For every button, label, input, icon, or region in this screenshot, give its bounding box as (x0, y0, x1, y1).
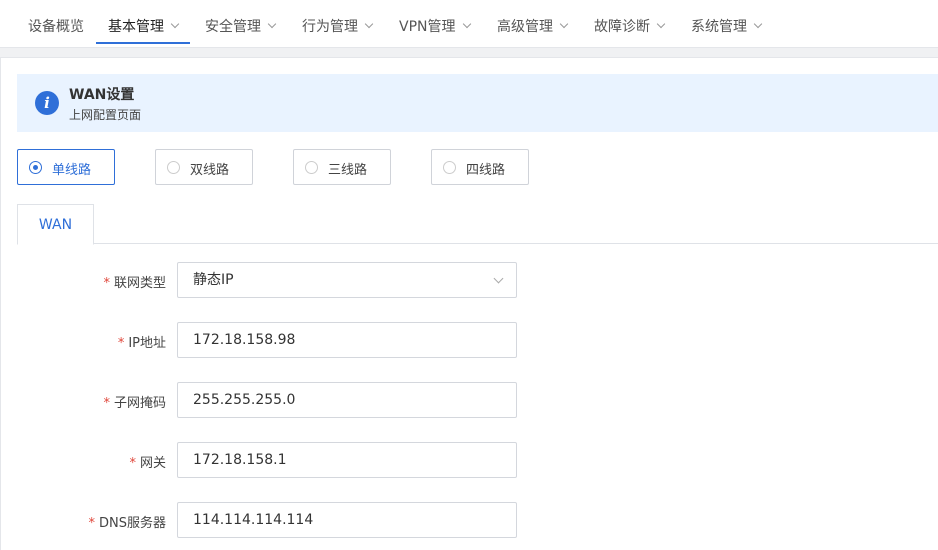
active-tab-underline (96, 42, 190, 44)
nav-item-label: 故障诊断 (594, 19, 650, 35)
form-row-gateway: * 网关 (1, 442, 938, 478)
dns-server-label: * DNS服务器 (89, 512, 167, 531)
radio-selected-icon (29, 161, 42, 174)
required-mark: * (103, 276, 110, 291)
chevron-down-icon (493, 273, 504, 284)
chevron-down-icon (753, 19, 763, 29)
connection-type-select[interactable]: 静态IP (177, 262, 517, 298)
dns-server-input[interactable] (177, 502, 517, 538)
chevron-down-icon (267, 19, 277, 29)
tab-wan[interactable]: WAN (17, 204, 94, 245)
line-option-label: 三线路 (328, 163, 368, 178)
nav-item-security-management[interactable]: 安全管理 (205, 0, 277, 44)
radio-unselected-icon (167, 161, 180, 174)
content-panel: i WAN设置 上网配置页面 单线路 双线路 三线路 四线路 WAN * 联网类型… (0, 57, 938, 550)
chevron-down-icon (364, 19, 374, 29)
form-row-dns-server: * DNS服务器 (1, 502, 938, 538)
nav-item-label: 设备概览 (28, 19, 84, 35)
form-row-connection-type: * 联网类型 静态IP (1, 262, 938, 298)
required-mark: * (129, 456, 136, 471)
nav-item-behavior-management[interactable]: 行为管理 (302, 0, 374, 44)
nav-item-label: 系统管理 (691, 19, 747, 35)
required-mark: * (88, 516, 96, 531)
nav-item-label: 高级管理 (497, 19, 553, 35)
radio-unselected-icon (305, 161, 318, 174)
line-option-label: 双线路 (190, 163, 230, 178)
chevron-down-icon (170, 19, 180, 29)
line-option-triple[interactable]: 三线路 (293, 149, 391, 185)
chevron-down-icon (656, 19, 666, 29)
nav-item-troubleshooting[interactable]: 故障诊断 (594, 0, 666, 44)
page-title: WAN设置 (69, 87, 135, 103)
gateway-label: * 网关 (129, 452, 166, 471)
page-subtitle: 上网配置页面 (69, 108, 142, 122)
ip-address-label: * IP地址 (118, 332, 166, 351)
connection-type-label-text: 联网类型 (113, 276, 166, 291)
tab-strip: WAN (17, 204, 938, 245)
form-row-subnet-mask: * 子网掩码 (1, 382, 938, 418)
line-option-label: 四线路 (466, 163, 506, 178)
ip-address-input[interactable] (177, 322, 517, 358)
nav-item-label: 安全管理 (205, 19, 261, 35)
required-mark: * (117, 336, 125, 351)
gateway-label-text: 网关 (139, 456, 166, 471)
nav-item-device-overview[interactable]: 设备概览 (28, 0, 84, 44)
radio-unselected-icon (443, 161, 456, 174)
nav-item-advanced-management[interactable]: 高级管理 (497, 0, 569, 44)
dns-server-label-text: DNS服务器 (99, 516, 166, 531)
subnet-mask-label: * 子网掩码 (103, 392, 166, 411)
required-mark: * (103, 396, 110, 411)
nav-item-label: 行为管理 (302, 19, 358, 35)
nav-item-basic-management[interactable]: 基本管理 (96, 0, 190, 44)
info-icon: i (35, 91, 59, 115)
nav-item-vpn-management[interactable]: VPN管理 (399, 0, 471, 44)
connection-type-label: * 联网类型 (103, 272, 166, 291)
line-option-dual[interactable]: 双线路 (155, 149, 253, 185)
line-option-label: 单线路 (52, 163, 92, 178)
info-banner: i WAN设置 上网配置页面 (17, 74, 938, 132)
top-navigation: 设备概览 基本管理 安全管理 行为管理 VPN管理 高级管理 故障诊断 系统管理 (0, 0, 938, 48)
subnet-mask-input[interactable] (177, 382, 517, 418)
gateway-input[interactable] (177, 442, 517, 478)
chevron-down-icon (462, 19, 471, 29)
line-option-quad[interactable]: 四线路 (431, 149, 529, 185)
subnet-mask-label-text: 子网掩码 (113, 396, 166, 411)
nav-item-system-management[interactable]: 系统管理 (691, 0, 763, 44)
nav-item-label: 基本管理 (108, 19, 164, 35)
connection-type-value: 静态IP (193, 272, 234, 288)
ip-address-label-text: IP地址 (128, 336, 166, 351)
chevron-down-icon (559, 19, 569, 29)
nav-item-label: VPN管理 (399, 19, 456, 35)
form-row-ip-address: * IP地址 (1, 322, 938, 358)
line-option-single[interactable]: 单线路 (17, 149, 115, 185)
